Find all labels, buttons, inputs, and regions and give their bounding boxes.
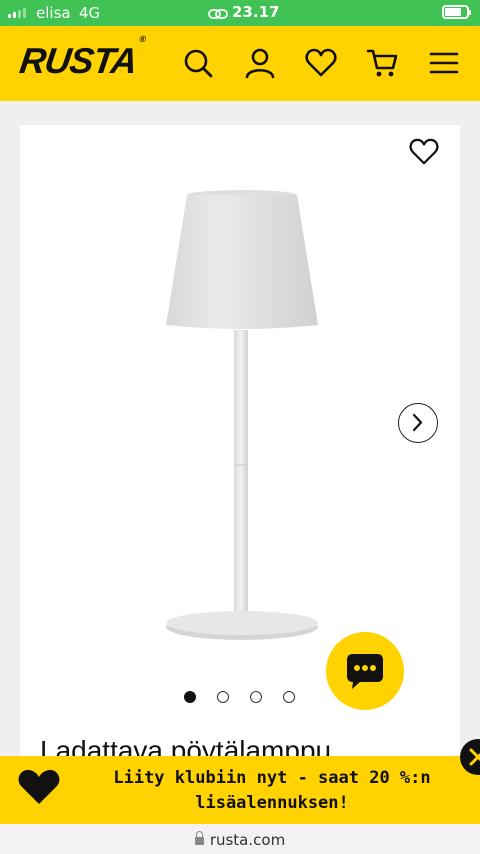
browser-url-bar[interactable]: rusta.com [0, 824, 480, 854]
next-image-button[interactable] [398, 403, 438, 443]
heart-logo-icon [18, 768, 60, 811]
wishlist-heart-icon[interactable] [408, 137, 440, 167]
battery-icon [442, 5, 471, 19]
heart-icon[interactable] [304, 46, 338, 80]
close-icon[interactable] [460, 739, 480, 775]
promo-text: Liity klubiin nyt - saat 20 %:n lisäalen… [113, 768, 431, 813]
chat-bubble-icon [347, 654, 383, 689]
network-type: 4G [79, 4, 101, 22]
search-icon[interactable] [181, 46, 215, 80]
signal-strength-icon [8, 8, 26, 18]
product-card: Ladattava pöytälamppu [20, 125, 460, 854]
pagination-dot[interactable] [184, 691, 196, 703]
pagination-dot[interactable] [217, 691, 229, 703]
image-pagination [184, 691, 295, 703]
carrier-name: elisa [36, 4, 71, 22]
menu-icon[interactable] [427, 46, 461, 80]
url-text: rusta.com [209, 831, 286, 849]
status-bar: elisa 4G 23.17 [0, 0, 480, 26]
link-icon [208, 6, 228, 24]
cart-icon[interactable] [366, 46, 400, 80]
pagination-dot[interactable] [250, 691, 262, 703]
product-image[interactable] [20, 125, 460, 685]
pagination-dot[interactable] [283, 691, 295, 703]
rusta-logo[interactable]: RUSTA® [17, 34, 146, 82]
lock-icon [194, 831, 204, 845]
account-icon[interactable] [243, 46, 277, 80]
clock: 23.17 [232, 3, 280, 21]
site-header: RUSTA® [0, 26, 480, 101]
club-promo-banner[interactable]: Liity klubiin nyt - saat 20 %:n lisäalen… [0, 756, 480, 824]
chevron-right-icon [412, 413, 423, 432]
chat-button[interactable] [326, 632, 404, 710]
